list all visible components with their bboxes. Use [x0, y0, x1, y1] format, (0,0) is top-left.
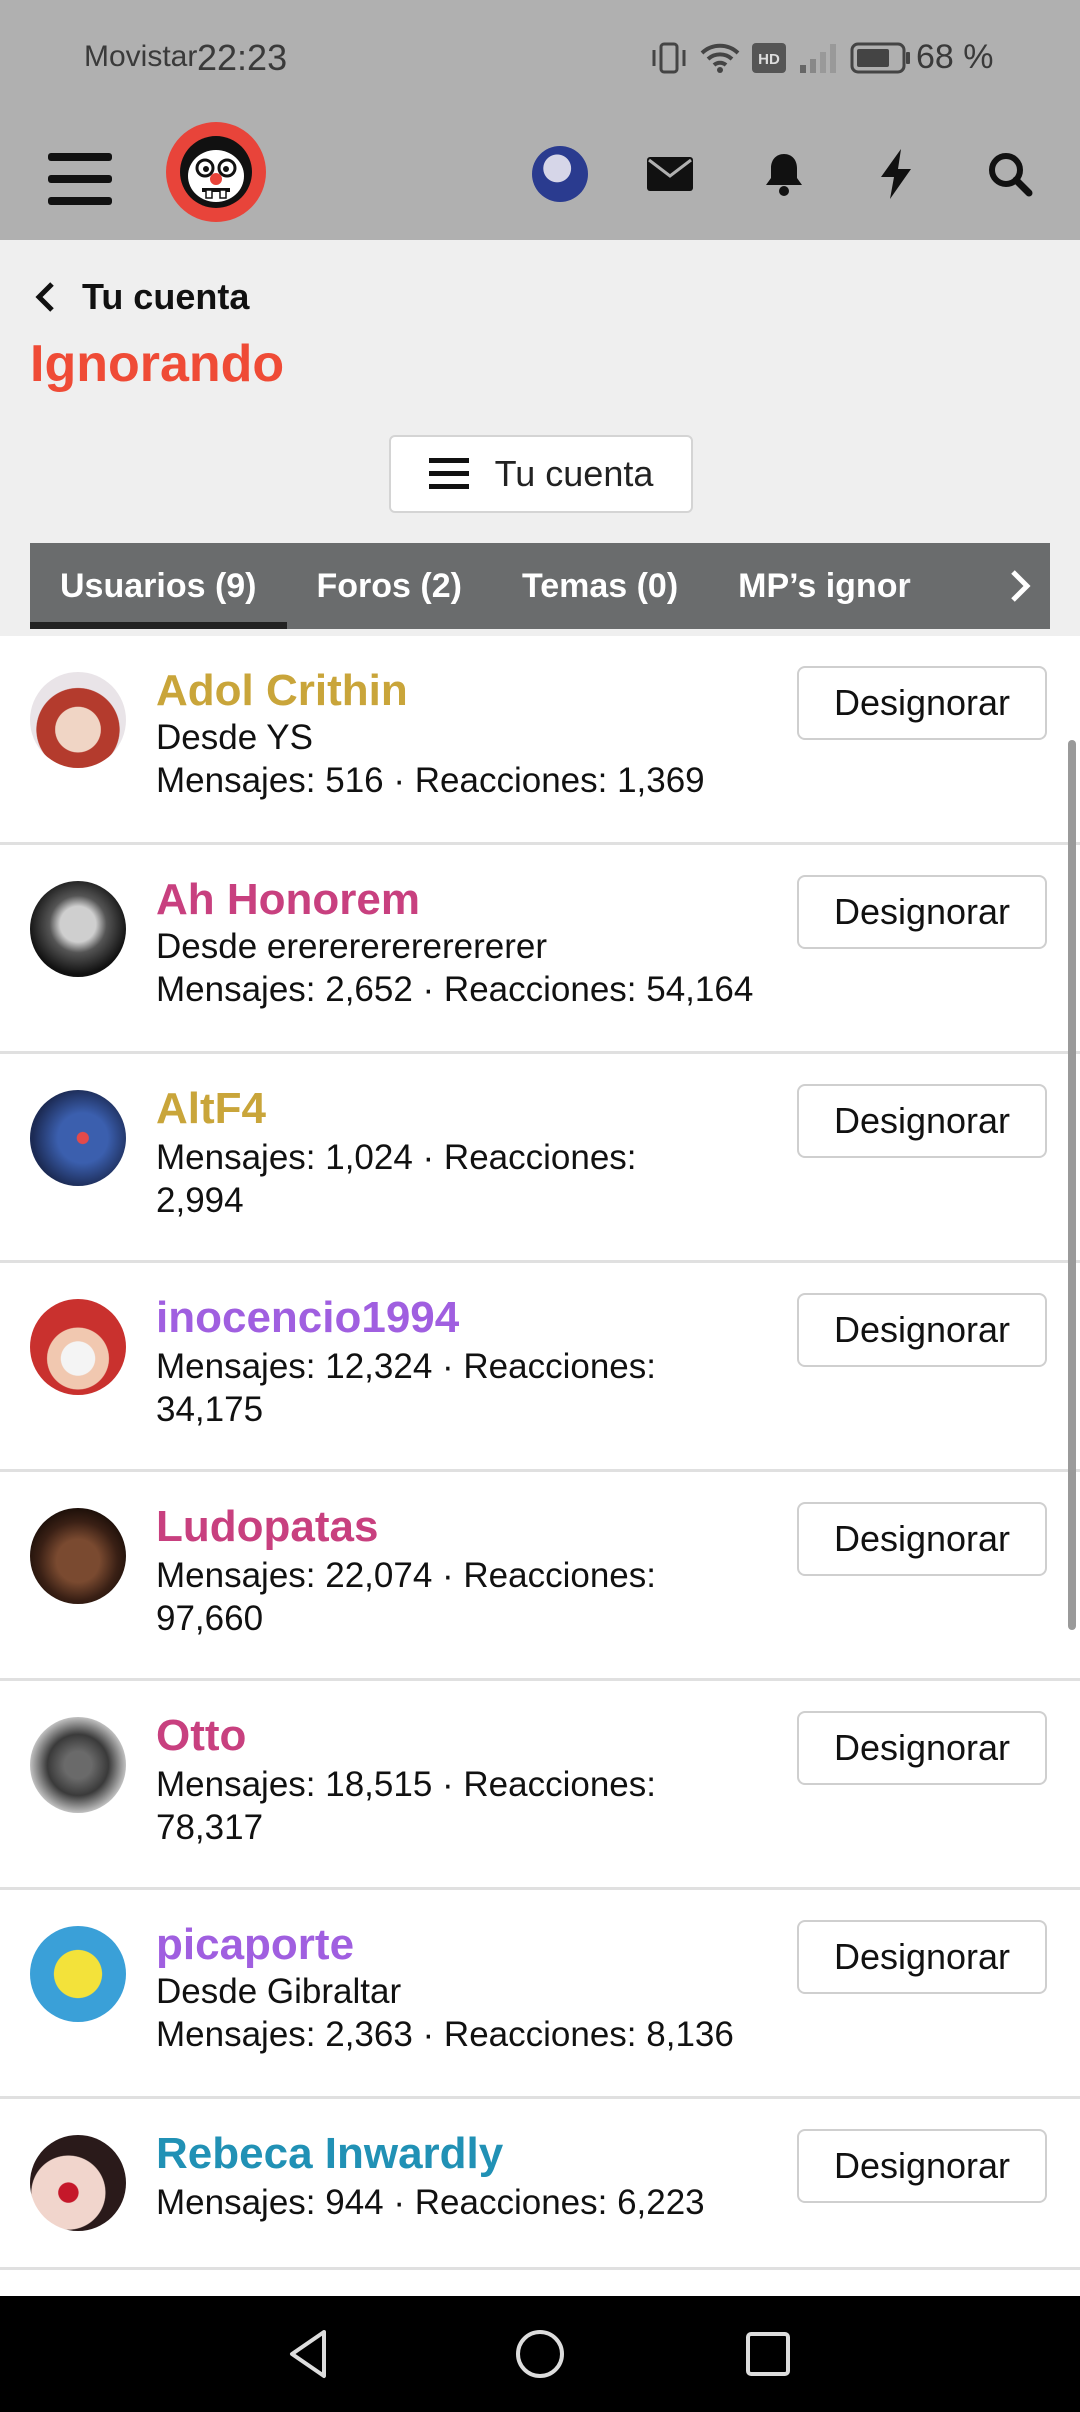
mail-icon[interactable]	[642, 146, 698, 202]
system-nav-bar	[0, 2296, 1080, 2412]
home-icon[interactable]	[510, 2324, 570, 2384]
page-top: Tu cuenta Ignorando Tu cuenta Usuarios (…	[0, 240, 1080, 636]
recents-icon[interactable]	[738, 2324, 798, 2384]
status-icons: HD	[650, 40, 912, 76]
breadcrumb[interactable]: Tu cuenta	[34, 276, 249, 318]
hd-icon: HD	[752, 43, 786, 73]
chevron-right-icon	[1011, 570, 1031, 602]
avatar[interactable]	[30, 1926, 126, 2022]
ignored-users-list: Adol Crithin Desde YS Mensajes: 516 · Re…	[0, 636, 1080, 2270]
list-item: Ah Honorem Desde ererererererererer Mens…	[0, 845, 1080, 1054]
avatar[interactable]	[30, 881, 126, 977]
user-name[interactable]: Ludopatas	[156, 1502, 378, 1552]
user-name[interactable]: picaporte	[156, 1920, 354, 1970]
list-item: Adol Crithin Desde YS Mensajes: 516 · Re…	[0, 636, 1080, 845]
svg-text:HD: HD	[758, 51, 780, 68]
unignore-button[interactable]: Designorar	[797, 1502, 1047, 1576]
back-icon[interactable]	[280, 2324, 340, 2384]
signal-icon	[800, 44, 836, 73]
account-menu-button[interactable]: Tu cuenta	[389, 435, 693, 513]
user-stats: Mensajes: 22,074 · Reacciones: 97,660	[156, 1556, 656, 1638]
search-icon[interactable]	[982, 146, 1038, 202]
wifi-icon	[700, 43, 740, 73]
avatar[interactable]	[30, 2135, 126, 2231]
unignore-button[interactable]: Designorar	[797, 666, 1047, 740]
user-name[interactable]: Rebeca Inwardly	[156, 2129, 503, 2179]
avatar[interactable]	[30, 672, 126, 768]
unignore-button[interactable]: Designorar	[797, 1920, 1047, 1994]
tab-threads[interactable]: Temas (0)	[492, 543, 708, 629]
scrollbar[interactable]	[1068, 740, 1076, 1630]
list-item: Otto Mensajes: 18,515 · Reacciones: 78,3…	[0, 1681, 1080, 1890]
bell-icon[interactable]	[756, 146, 812, 202]
user-stats: Mensajes: 2,363 · Reacciones: 8,136	[156, 2015, 734, 2054]
unignore-button[interactable]: Designorar	[797, 1293, 1047, 1367]
tab-users[interactable]: Usuarios (9)	[30, 543, 287, 629]
avatar[interactable]	[30, 1090, 126, 1186]
user-name[interactable]: Otto	[156, 1711, 246, 1761]
breadcrumb-label: Tu cuenta	[82, 276, 250, 317]
avatar	[532, 146, 588, 202]
user-stats: Mensajes: 2,652 · Reacciones: 54,164	[156, 970, 754, 1009]
tab-forums[interactable]: Foros (2)	[287, 543, 492, 629]
lightning-icon[interactable]	[868, 146, 924, 202]
clock: 22:23	[197, 37, 288, 78]
unignore-button[interactable]: Designorar	[797, 1084, 1047, 1158]
user-location: Desde YS	[156, 718, 313, 757]
site-logo[interactable]	[166, 122, 266, 222]
list-item: Ludopatas Mensajes: 22,074 · Reacciones:…	[0, 1472, 1080, 1681]
menu-icon[interactable]	[48, 144, 116, 212]
tab-fade	[900, 543, 990, 629]
unignore-button[interactable]: Designorar	[797, 1711, 1047, 1785]
avatar[interactable]	[30, 1299, 126, 1395]
list-item: AltF4 Mensajes: 1,024 · Reacciones: 2,99…	[0, 1054, 1080, 1263]
user-stats: Mensajes: 944 · Reacciones: 6,223	[156, 2183, 705, 2222]
account-menu-label: Tu cuenta	[494, 453, 654, 494]
user-name[interactable]: inocencio1994	[156, 1293, 459, 1343]
user-stats: Mensajes: 516 · Reacciones: 1,369	[156, 761, 705, 800]
app-header	[0, 122, 1080, 240]
battery-percent: 68 %	[916, 38, 994, 76]
avatar[interactable]	[30, 1717, 126, 1813]
tab-bar: Usuarios (9) Foros (2) Temas (0) MP’s ig…	[30, 543, 1050, 629]
user-name[interactable]: AltF4	[156, 1084, 266, 1134]
list-item: picaporte Desde Gibraltar Mensajes: 2,36…	[0, 1890, 1080, 2099]
list-item: Rebeca Inwardly Mensajes: 944 · Reaccion…	[0, 2099, 1080, 2270]
profile-avatar[interactable]	[532, 146, 588, 202]
user-stats: Mensajes: 18,515 · Reacciones: 78,317	[156, 1765, 656, 1847]
back-chevron-icon	[35, 282, 54, 312]
user-stats: Mensajes: 12,324 · Reacciones: 34,175	[156, 1347, 656, 1429]
avatar[interactable]	[30, 1508, 126, 1604]
vibrate-icon	[652, 42, 686, 74]
user-name[interactable]: Adol Crithin	[156, 666, 408, 716]
status-bar: Movistar 22:23 HD 68 %	[0, 0, 1080, 122]
list-menu-icon	[428, 458, 469, 489]
user-location: Desde Gibraltar	[156, 1972, 402, 2011]
user-name[interactable]: Ah Honorem	[156, 875, 420, 925]
unignore-button[interactable]: Designorar	[797, 2129, 1047, 2203]
user-location: Desde ererererererererer	[156, 927, 547, 966]
page-title: Ignorando	[30, 335, 285, 393]
list-item: inocencio1994 Mensajes: 12,324 · Reaccio…	[0, 1263, 1080, 1472]
unignore-button[interactable]: Designorar	[797, 875, 1047, 949]
battery-icon	[850, 42, 910, 74]
user-stats: Mensajes: 1,024 · Reacciones: 2,994	[156, 1138, 637, 1220]
tab-scroll-next[interactable]	[990, 543, 1050, 629]
carrier-name: Movistar	[84, 40, 198, 73]
logo-face-icon	[180, 136, 252, 208]
